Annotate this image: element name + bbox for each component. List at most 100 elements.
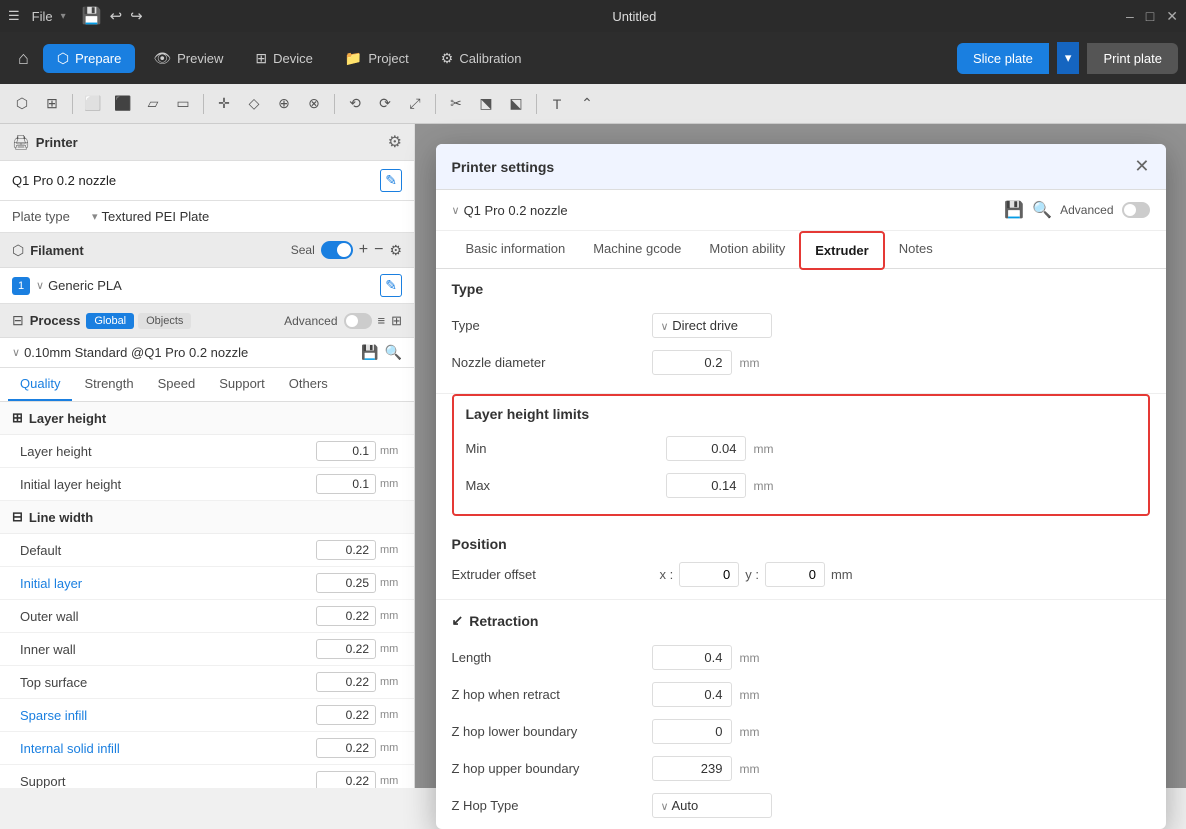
toolbar-icon-14[interactable]: ✂ (442, 90, 470, 118)
toolbar-icon-9[interactable]: ⊕ (270, 90, 298, 118)
tab-quality[interactable]: Quality (8, 368, 72, 401)
process-grid-btn[interactable]: ⊞ (391, 313, 402, 329)
modal-tab-motion-ability[interactable]: Motion ability (695, 231, 799, 268)
tab-others[interactable]: Others (277, 368, 340, 401)
toolbar-icon-3[interactable]: ⬜ (79, 90, 107, 118)
toolbar-icon-12[interactable]: ⟳ (371, 90, 399, 118)
z-hop-type-select[interactable]: ∨ Auto (652, 793, 772, 818)
initial-layer-height-input[interactable] (316, 474, 376, 494)
nozzle-diameter-input[interactable] (652, 350, 732, 375)
z-hop-retract-input[interactable] (652, 682, 732, 707)
offset-y-input[interactable] (765, 562, 825, 587)
modal-body: Type Type ∨ Direct drive Nozzle d (436, 269, 1166, 829)
tab-strength[interactable]: Strength (72, 368, 145, 401)
toolbar-icon-6[interactable]: ▭ (169, 90, 197, 118)
titlebar-chevron[interactable]: ▾ (61, 11, 66, 22)
lw-support-input[interactable] (316, 771, 376, 788)
initial-layer-height-label: Initial layer height (20, 477, 121, 492)
toolbar-icon-5[interactable]: ▱ (139, 90, 167, 118)
modal-advanced-toggle[interactable] (1122, 202, 1150, 218)
line-width-title[interactable]: ⊟ Line width (0, 501, 414, 534)
process-search-icon[interactable]: 🔍 (385, 344, 402, 361)
filament-gear-btn[interactable]: ⚙ (389, 242, 402, 259)
nozzle-diameter-unit: mm (740, 356, 760, 370)
menu-icon[interactable]: ☰ (8, 8, 20, 24)
modal-tab-notes[interactable]: Notes (885, 231, 947, 268)
toolbar-icon-18[interactable]: ⌃ (573, 90, 601, 118)
layer-height-value: mm (316, 441, 402, 461)
device-icon: ⊞ (255, 50, 267, 67)
modal-tab-extruder[interactable]: Extruder (799, 231, 884, 270)
filament-remove-btn[interactable]: − (374, 241, 383, 259)
modal-search-icon[interactable]: 🔍 (1032, 200, 1052, 220)
calibration-btn[interactable]: ⚙ Calibration (427, 44, 536, 73)
tab-speed[interactable]: Speed (146, 368, 208, 401)
printer-gear-icon[interactable]: ⚙ (388, 132, 402, 152)
filament-edit-btn[interactable]: ✎ (380, 274, 402, 297)
z-hop-upper-input[interactable] (652, 756, 732, 781)
toolbar-icon-2[interactable]: ⊞ (38, 90, 66, 118)
toolbar-icon-1[interactable]: ⬡ (8, 90, 36, 118)
toolbar-icon-16[interactable]: ⬕ (502, 90, 530, 118)
toolbar-icon-15[interactable]: ⬔ (472, 90, 500, 118)
tag-global[interactable]: Global (86, 313, 134, 329)
process-name-row: ∨ 0.10mm Standard @Q1 Pro 0.2 nozzle 💾 🔍 (0, 338, 414, 368)
lw-inner-value: mm (316, 639, 402, 659)
min-unit: mm (754, 442, 774, 456)
undo-icon[interactable]: ↩ (110, 7, 123, 25)
slice-plate-btn[interactable]: Slice plate (957, 43, 1049, 74)
process-list-btn[interactable]: ≡ (378, 313, 386, 328)
modal-tab-basic-info[interactable]: Basic information (452, 231, 580, 268)
home-btn[interactable]: ⌂ (8, 42, 39, 75)
file-menu[interactable]: File (32, 9, 53, 24)
toolbar-icon-8[interactable]: ◇ (240, 90, 268, 118)
lw-outer-input[interactable] (316, 606, 376, 626)
tab-support[interactable]: Support (207, 368, 277, 401)
advanced-toggle: Advanced ≡ ⊞ (284, 313, 402, 329)
printer-edit-btn[interactable]: ✎ (380, 169, 402, 192)
toolbar-icon-11[interactable]: ⟲ (341, 90, 369, 118)
layer-height-input[interactable] (316, 441, 376, 461)
preview-btn[interactable]: 👁 Preview (139, 44, 237, 73)
toolbar-icon-13[interactable]: ⤢ (401, 90, 429, 118)
lw-top-input[interactable] (316, 672, 376, 692)
line-width-group: ⊟ Line width Default mm Initial layer mm… (0, 501, 414, 788)
layer-height-title[interactable]: ⊞ Layer height (0, 402, 414, 435)
max-label: Max (466, 478, 666, 493)
lw-outer-unit: mm (380, 610, 402, 622)
seal-toggle[interactable] (321, 241, 353, 259)
filament-add-btn[interactable]: + (359, 241, 368, 259)
toolbar-icon-10[interactable]: ⊗ (300, 90, 328, 118)
lw-initial-input[interactable] (316, 573, 376, 593)
max-input[interactable] (666, 473, 746, 498)
device-btn[interactable]: ⊞ Device (241, 44, 326, 73)
slice-plate-arrow[interactable]: ▾ (1057, 42, 1080, 74)
modal-save-icon[interactable]: 💾 (1004, 200, 1024, 220)
z-hop-lower-input[interactable] (652, 719, 732, 744)
print-plate-btn[interactable]: Print plate (1087, 43, 1178, 74)
redo-icon[interactable]: ↪ (130, 7, 143, 25)
minimize-btn[interactable]: – (1126, 8, 1134, 25)
modal-tab-machine-gcode[interactable]: Machine gcode (579, 231, 695, 268)
length-input[interactable] (652, 645, 732, 670)
save-icon[interactable]: 💾 (82, 6, 102, 26)
close-btn[interactable]: ✕ (1166, 8, 1178, 25)
toolbar-icon-7[interactable]: ✛ (210, 90, 238, 118)
maximize-btn[interactable]: □ (1146, 8, 1154, 25)
type-select[interactable]: ∨ Direct drive (652, 313, 772, 338)
lw-sparse-input[interactable] (316, 705, 376, 725)
tag-objects[interactable]: Objects (138, 313, 191, 329)
min-input[interactable] (666, 436, 746, 461)
lw-default-input[interactable] (316, 540, 376, 560)
modal-close-btn[interactable]: ✕ (1134, 156, 1149, 177)
project-btn[interactable]: 📁 Project (331, 44, 423, 73)
max-row: Max mm (466, 467, 1136, 504)
offset-x-input[interactable] (679, 562, 739, 587)
toolbar-icon-4[interactable]: ⬛ (109, 90, 137, 118)
lw-inner-input[interactable] (316, 639, 376, 659)
toolbar-icon-17[interactable]: T (543, 90, 571, 118)
process-save-icon[interactable]: 💾 (361, 344, 378, 361)
advanced-toggle-switch[interactable] (344, 313, 372, 329)
lw-internal-input[interactable] (316, 738, 376, 758)
prepare-btn[interactable]: ⬡ Prepare (43, 44, 135, 73)
